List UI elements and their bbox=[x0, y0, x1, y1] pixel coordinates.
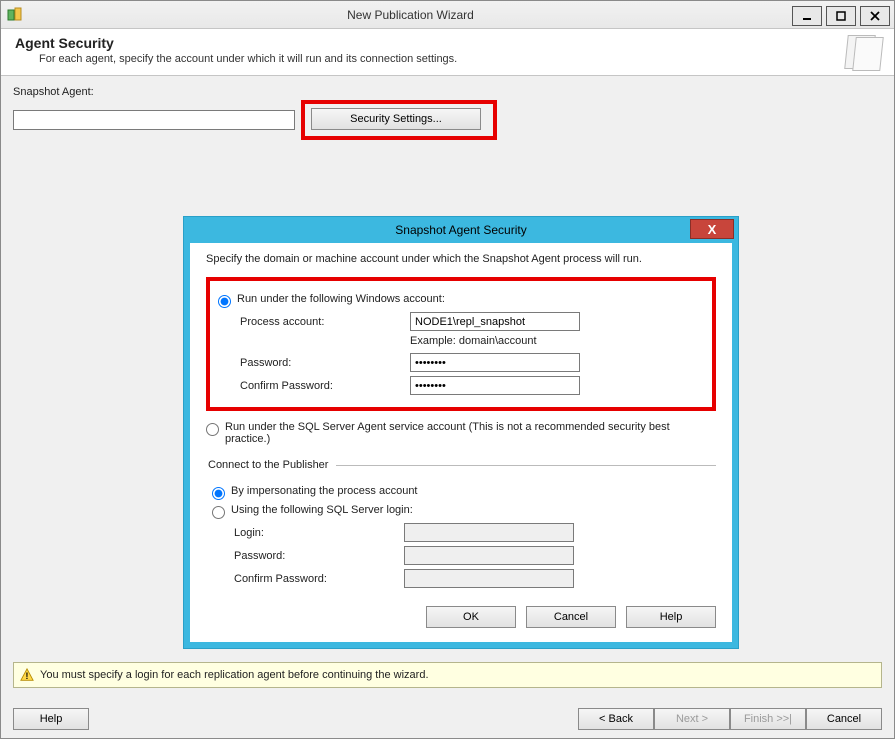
close-button[interactable] bbox=[860, 6, 890, 26]
snapshot-agent-security-dialog: Snapshot Agent Security X Specify the do… bbox=[183, 216, 739, 649]
dialog-close-button[interactable]: X bbox=[690, 219, 734, 239]
process-account-example: Example: domain\account bbox=[410, 335, 702, 347]
radio-impersonate-label: By impersonating the process account bbox=[231, 485, 418, 497]
window-buttons bbox=[792, 4, 894, 26]
wizard-window: New Publication Wizard Agent Security Fo… bbox=[0, 0, 895, 739]
publisher-confirm-password-input bbox=[404, 569, 574, 588]
wizard-footer: Help < Back Next > Finish >>| Cancel bbox=[1, 700, 894, 738]
minimize-button[interactable] bbox=[792, 6, 822, 26]
connect-publisher-legend: Connect to the Publisher bbox=[206, 459, 336, 471]
help-button[interactable]: Help bbox=[13, 708, 89, 730]
confirm-password-input[interactable] bbox=[410, 376, 580, 395]
publisher-confirm-password-label: Confirm Password: bbox=[234, 573, 404, 585]
wizard-header: Agent Security For each agent, specify t… bbox=[1, 29, 894, 76]
connect-publisher-group: Connect to the Publisher By impersonatin… bbox=[206, 459, 716, 592]
password-input[interactable] bbox=[410, 353, 580, 372]
security-settings-button[interactable]: Security Settings... bbox=[311, 108, 481, 130]
process-account-label: Process account: bbox=[240, 316, 410, 328]
dialog-intro: Specify the domain or machine account un… bbox=[206, 253, 716, 265]
maximize-button[interactable] bbox=[826, 6, 856, 26]
radio-sql-agent-account-label: Run under the SQL Server Agent service a… bbox=[225, 421, 716, 445]
radio-windows-account[interactable]: Run under the following Windows account: bbox=[218, 293, 702, 308]
dialog-title: Snapshot Agent Security bbox=[184, 223, 738, 237]
login-label: Login: bbox=[234, 527, 404, 539]
page-title: Agent Security bbox=[15, 35, 880, 51]
snapshot-agent-row: Security Settings... bbox=[13, 100, 882, 140]
snapshot-agent-input[interactable] bbox=[13, 110, 295, 130]
wizard-content: Snapshot Agent: Security Settings... ! Y… bbox=[1, 76, 894, 738]
process-account-input[interactable] bbox=[410, 312, 580, 331]
window-titlebar: New Publication Wizard bbox=[1, 1, 894, 29]
window-title: New Publication Wizard bbox=[29, 8, 792, 22]
radio-sql-login[interactable]: Using the following SQL Server login: bbox=[212, 504, 716, 519]
radio-windows-account-label: Run under the following Windows account: bbox=[237, 293, 445, 305]
page-subtitle: For each agent, specify the account unde… bbox=[39, 53, 880, 65]
app-icon bbox=[7, 7, 23, 23]
confirm-password-label: Confirm Password: bbox=[240, 380, 410, 392]
radio-impersonate-input[interactable] bbox=[212, 487, 225, 500]
dialog-cancel-button[interactable]: Cancel bbox=[526, 606, 616, 628]
dialog-help-button[interactable]: Help bbox=[626, 606, 716, 628]
dialog-buttons: OK Cancel Help bbox=[206, 606, 716, 628]
password-label: Password: bbox=[240, 357, 410, 369]
warning-text: You must specify a login for each replic… bbox=[40, 669, 429, 681]
radio-sql-login-input[interactable] bbox=[212, 506, 225, 519]
radio-windows-account-input[interactable] bbox=[218, 295, 231, 308]
back-button[interactable]: < Back bbox=[578, 708, 654, 730]
warning-strip: ! You must specify a login for each repl… bbox=[13, 662, 882, 688]
radio-sql-agent-account-input[interactable] bbox=[206, 423, 219, 436]
radio-sql-login-label: Using the following SQL Server login: bbox=[231, 504, 413, 516]
radio-impersonate[interactable]: By impersonating the process account bbox=[212, 485, 716, 500]
warning-icon: ! bbox=[20, 668, 34, 682]
dialog-body: Specify the domain or machine account un… bbox=[184, 243, 738, 648]
publisher-password-input bbox=[404, 546, 574, 565]
cancel-button[interactable]: Cancel bbox=[806, 708, 882, 730]
snapshot-agent-label: Snapshot Agent: bbox=[13, 86, 882, 98]
finish-button: Finish >>| bbox=[730, 708, 806, 730]
publisher-password-label: Password: bbox=[234, 550, 404, 562]
dialog-titlebar: Snapshot Agent Security X bbox=[184, 217, 738, 243]
svg-text:!: ! bbox=[26, 671, 29, 681]
security-settings-highlight: Security Settings... bbox=[301, 100, 497, 140]
dialog-ok-button[interactable]: OK bbox=[426, 606, 516, 628]
radio-sql-agent-account[interactable]: Run under the SQL Server Agent service a… bbox=[206, 421, 716, 445]
next-button: Next > bbox=[654, 708, 730, 730]
login-input bbox=[404, 523, 574, 542]
windows-account-highlight: Run under the following Windows account:… bbox=[206, 277, 716, 411]
header-graphic-icon bbox=[840, 33, 886, 73]
